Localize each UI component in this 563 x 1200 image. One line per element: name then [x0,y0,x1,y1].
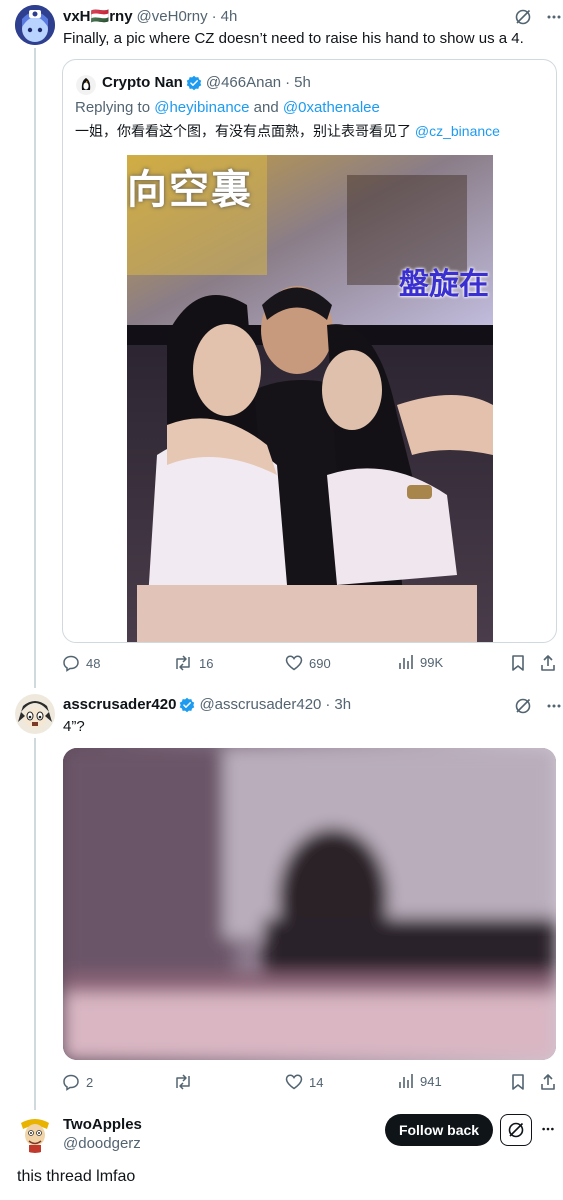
reply-count: 48 [86,655,101,671]
post-header-actions [514,8,562,26]
photo-caption-left: 向空裏 [127,167,253,213]
replying-to-line: Replying to @heyibinance and @0xathenale… [75,98,380,118]
bookmark-icon [512,1074,524,1090]
handle[interactable]: @466Anan [206,74,281,91]
photo-scene [127,155,493,642]
bookmark-button[interactable] [510,1073,526,1091]
more-options-icon[interactable] [546,698,562,714]
views-chart-icon [399,655,413,669]
like-button[interactable]: 690 [285,654,331,672]
share-icon [541,1074,555,1090]
share-button[interactable] [539,1073,557,1091]
more-options-icon[interactable] [546,9,562,25]
grok-icon[interactable] [514,697,532,715]
bookmark-icon [512,655,524,671]
share-button[interactable] [539,654,557,672]
like-count: 14 [309,1074,324,1090]
views-button[interactable]: 99K [398,654,443,670]
cartoon-avatar-icon [15,694,55,734]
post-text: this thread lmfao [17,1168,136,1185]
view-count: 941 [420,1073,442,1089]
heart-icon [285,655,303,671]
handle[interactable]: @veH0rny [137,8,208,25]
bookmark-button[interactable] [510,654,526,672]
share-icon [541,655,555,671]
reply-button[interactable]: 2 [62,1073,93,1091]
like-button[interactable]: 14 [285,1073,323,1091]
views-chart-icon [399,1074,413,1088]
repost-icon [176,1074,190,1090]
post-text: 4”? [63,718,85,735]
photo-blurry-closeup [63,748,556,1060]
quoted-post-card[interactable]: Crypto Nan @466Anan · 5h Replying to @he… [62,59,557,643]
grok-icon [508,1122,524,1138]
timestamp[interactable]: 5h [294,74,311,91]
separator-dot: · [285,74,291,91]
verified-badge-icon [186,75,202,90]
display-name[interactable]: asscrusader420 [63,696,176,713]
reply-button[interactable]: 48 [62,654,100,672]
replying-prefix: Replying to [75,99,155,116]
quoted-text-body: 一姐，你看看这个图，有没有点面熟，别让表哥看见了 [75,123,415,139]
mention-link[interactable]: @cz_binance [415,123,500,139]
post-photo[interactable] [63,748,556,1060]
follow-back-button[interactable]: Follow back [385,1114,493,1146]
handle[interactable]: @doodgerz [63,1135,141,1152]
heart-icon [285,1074,303,1090]
cartoon-character-avatar-icon [15,1113,55,1153]
repost-button[interactable] [173,1073,199,1091]
more-options-icon[interactable] [541,1122,555,1136]
quoted-post-photo[interactable]: 向空裏 盤旋在 [127,155,493,642]
grok-button[interactable] [500,1114,532,1146]
penguin-avatar-icon [76,75,96,95]
thread-connector-line [34,738,36,1110]
like-count: 690 [309,655,331,671]
post-header: asscrusader420 @asscrusader420 · 3h [63,696,351,713]
post-header-actions [514,697,562,715]
repost-icon [176,655,190,671]
post-header: vxH🇭🇺rny @veH0rny · 4h [63,7,238,26]
quoted-post-header: Crypto Nan @466Anan · 5h [102,74,311,91]
avatar[interactable] [15,694,55,734]
reply-icon [63,655,79,672]
separator-dot: · [325,696,331,713]
avatar[interactable] [76,75,96,95]
repost-count: 16 [199,655,214,671]
photo-caption-right: 盤旋在 [399,267,489,302]
mention-link[interactable]: @0xathenalee [283,99,380,116]
post-action-bar: 48 16 690 99K [62,654,557,676]
display-name[interactable]: vxH🇭🇺rny [63,7,133,25]
quoted-post-text: 一姐，你看看这个图，有没有点面熟，别让表哥看见了 @cz_binance [75,121,500,141]
handle[interactable]: @asscrusader420 [199,696,321,713]
display-name[interactable]: Crypto Nan [102,74,183,91]
views-button[interactable]: 941 [398,1073,442,1089]
separator-dot: · [211,7,217,25]
verified-badge-icon [180,697,195,712]
thread-connector-line [34,48,36,688]
mention-link[interactable]: @heyibinance [154,99,249,116]
anime-avatar-icon [15,5,55,45]
post-text: Finally, a pic where CZ doesn’t need to … [63,30,524,47]
avatar[interactable] [15,5,55,45]
timestamp[interactable]: 3h [334,696,351,713]
reply-icon [63,1074,79,1091]
post-action-bar: 2 14 941 [62,1073,557,1095]
replying-and: and [249,99,283,116]
view-count: 99K [420,654,444,670]
grok-icon[interactable] [514,8,532,26]
avatar[interactable] [15,1113,55,1153]
reply-count: 2 [86,1074,94,1090]
display-name[interactable]: TwoApples [63,1116,142,1133]
timestamp[interactable]: 4h [221,8,238,25]
repost-button[interactable]: 16 [173,654,213,672]
